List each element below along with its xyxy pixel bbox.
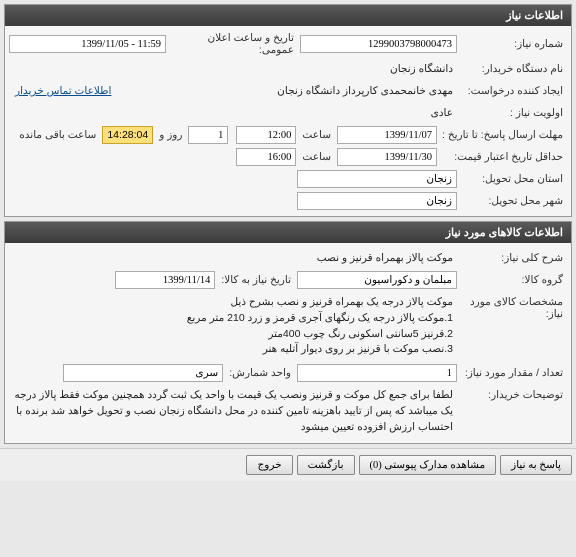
spec-line-3: 2.قرنیز 5سانتی اسکونی رنگ چوب 400متر (13, 327, 453, 343)
spec-line-1: موکت پالاز درجه یک بهمراه قرنیز و نصب بش… (13, 295, 453, 311)
days-field[interactable] (188, 126, 228, 144)
spec-label: مشخصات کالای مورد نیاز: (457, 293, 567, 320)
need-info-header: اطلاعات نیاز (5, 5, 571, 26)
row-desc: شرح کلی نیاز: موکت پالاز بهمراه قرنیز و … (9, 247, 567, 269)
row-creator: ایجاد کننده درخواست: مهدی خانمحمدی کارپر… (9, 80, 567, 102)
view-docs-button[interactable]: مشاهده مدارک پیوستی (0) (359, 455, 497, 475)
notes-value: لطفا برای جمع کل موکت و قرنیز ونصب یک قی… (9, 386, 457, 437)
deadline-label: مهلت ارسال پاسخ: تا تاریخ : (437, 129, 567, 141)
desc-value: موکت پالاز بهمراه قرنیز و نصب (313, 252, 457, 264)
action-buttons: پاسخ به نیاز مشاهده مدارک پیوستی (0) باز… (0, 448, 576, 481)
need-date-field[interactable] (115, 271, 215, 289)
row-city: شهر محل تحویل: (9, 190, 567, 212)
pub-date-label: تاریخ و ساعت اعلان عمومی: (166, 32, 300, 56)
need-date-label: تاریخ نیاز به کالا: (215, 274, 297, 286)
return-button[interactable]: بازگشت (297, 455, 355, 475)
reply-button[interactable]: پاسخ به نیاز (500, 455, 572, 475)
qty-label: تعداد / مقدار مورد نیاز: (457, 367, 567, 379)
remain-label: ساعت باقی مانده (13, 129, 102, 141)
row-priority: اولویت نیاز : عادی (9, 102, 567, 124)
group-field[interactable] (297, 271, 457, 289)
exit-button[interactable]: خروج (246, 455, 292, 475)
city-label: شهر محل تحویل: (457, 195, 567, 207)
row-province: استان محل تحویل: (9, 168, 567, 190)
group-label: گروه کالا: (457, 274, 567, 286)
deadline-time-label: ساعت (296, 129, 337, 141)
unit-field[interactable] (63, 364, 223, 382)
validity-time-label: ساعت (296, 151, 337, 163)
spec-line-2: 1.موکت پالاز درجه یک رنگهای آجری قرمز و … (13, 311, 453, 327)
validity-time-field[interactable] (236, 148, 296, 166)
row-qty: تعداد / مقدار مورد نیاز: واحد شمارش: (9, 362, 567, 384)
row-validity: حداقل تاریخ اعتبار قیمت: ساعت (9, 146, 567, 168)
buyer-label: نام دستگاه خریدار: (457, 63, 567, 75)
province-field[interactable] (297, 170, 457, 188)
desc-label: شرح کلی نیاز: (457, 252, 567, 264)
contact-link[interactable]: اطلاعات تماس خریدار (15, 85, 111, 97)
deadline-time-field[interactable] (236, 126, 296, 144)
buyer-value: دانشگاه زنجان (386, 63, 457, 75)
need-no-label: شماره نیاز: (457, 38, 567, 50)
row-spec: مشخصات کالای مورد نیاز: موکت پالاز درجه … (9, 291, 567, 362)
goods-info-body: شرح کلی نیاز: موکت پالاز بهمراه قرنیز و … (5, 243, 571, 443)
need-info-panel: اطلاعات نیاز شماره نیاز: تاریخ و ساعت اع… (4, 4, 572, 217)
row-deadline: مهلت ارسال پاسخ: تا تاریخ : ساعت روز و 1… (9, 124, 567, 146)
unit-label: واحد شمارش: (223, 367, 297, 379)
row-notes: توضیحات خریدار: لطفا برای جمع کل موکت و … (9, 384, 567, 439)
creator-value: مهدی خانمحمدی کارپرداز دانشگاه زنجان (273, 85, 457, 97)
spec-line-4: 3.نصب موکت با قرنیز بر روی دیوار آتلیه ه… (13, 342, 453, 358)
spec-value: موکت پالاز درجه یک بهمراه قرنیز و نصب بش… (9, 293, 457, 360)
qty-field[interactable] (297, 364, 457, 382)
need-no-field[interactable] (300, 35, 457, 53)
priority-label: اولویت نیاز : (457, 107, 567, 119)
province-label: استان محل تحویل: (457, 173, 567, 185)
row-buyer: نام دستگاه خریدار: دانشگاه زنجان (9, 58, 567, 80)
notes-label: توضیحات خریدار: (457, 386, 567, 401)
priority-value: عادی (427, 107, 457, 119)
validity-date-field[interactable] (337, 148, 437, 166)
goods-info-panel: اطلاعات کالاهای مورد نیاز شرح کلی نیاز: … (4, 221, 572, 444)
days-label: روز و (153, 129, 188, 141)
pub-date-field[interactable] (9, 35, 166, 53)
need-info-body: شماره نیاز: تاریخ و ساعت اعلان عمومی: نا… (5, 26, 571, 216)
creator-label: ایجاد کننده درخواست: (457, 85, 567, 97)
deadline-date-field[interactable] (337, 126, 437, 144)
countdown-timer: 14:28:04 (102, 126, 153, 144)
row-group: گروه کالا: تاریخ نیاز به کالا: (9, 269, 567, 291)
row-need-no: شماره نیاز: تاریخ و ساعت اعلان عمومی: (9, 30, 567, 58)
validity-label: حداقل تاریخ اعتبار قیمت: (437, 151, 567, 163)
goods-info-header: اطلاعات کالاهای مورد نیاز (5, 222, 571, 243)
city-field[interactable] (297, 192, 457, 210)
